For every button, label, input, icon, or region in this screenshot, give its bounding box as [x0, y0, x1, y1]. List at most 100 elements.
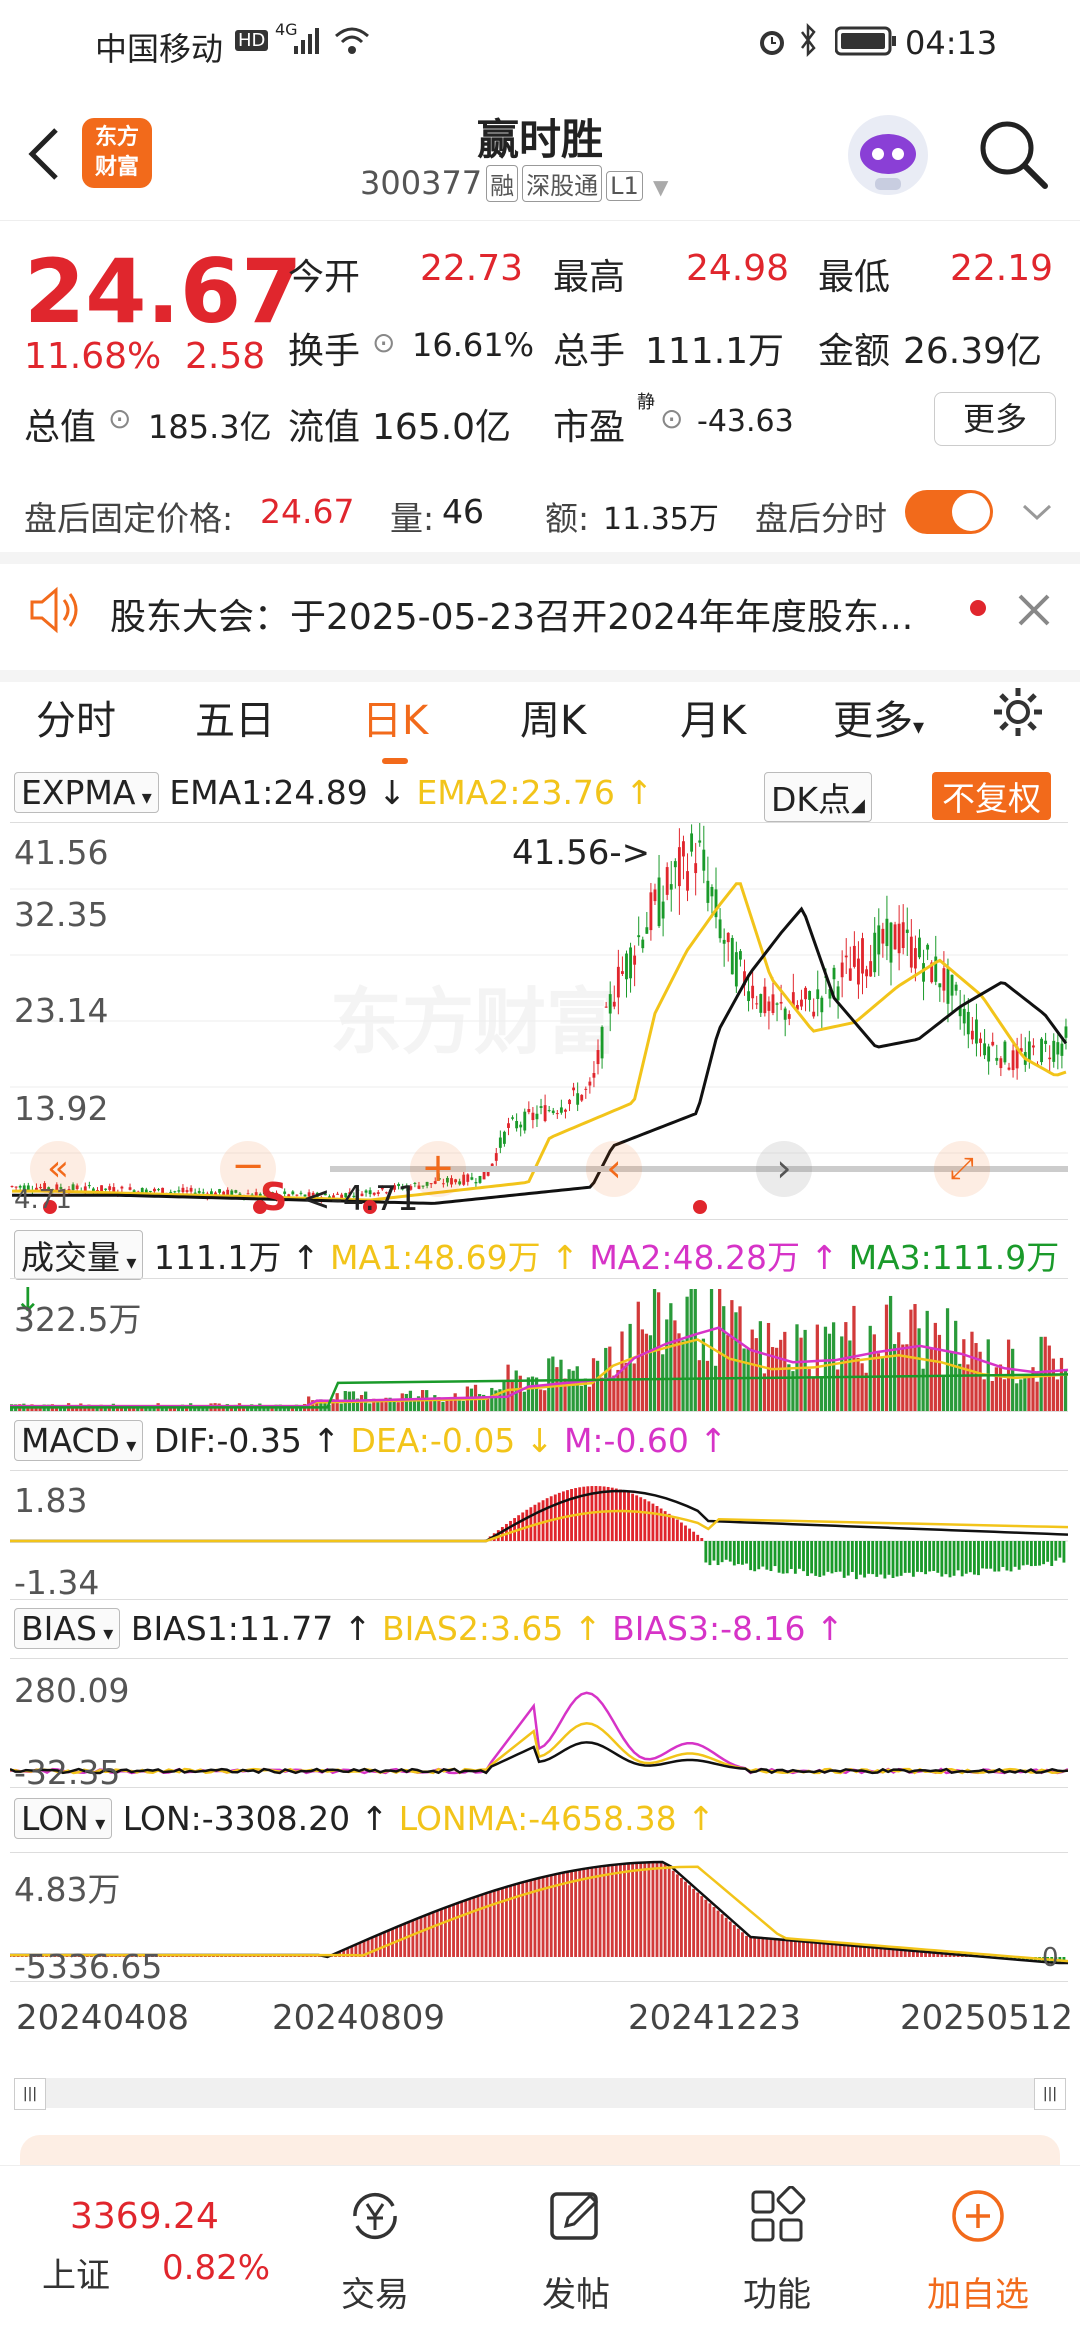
info-icon[interactable]: ⊙ — [372, 326, 395, 359]
candle-body — [995, 1057, 999, 1061]
range-handle-left[interactable]: ||| — [14, 2078, 46, 2110]
bias-panel[interactable]: 280.09 -32.35 — [10, 1658, 1068, 1792]
zoom-out-icon[interactable]: − — [220, 1141, 276, 1197]
candle-body — [1027, 1041, 1031, 1061]
range-handle-right[interactable]: ||| — [1034, 2078, 1066, 2110]
volume-bar — [941, 1377, 946, 1411]
volume-bar — [990, 1380, 994, 1411]
indicator-selector-bias[interactable]: BIAS ▾ — [14, 1608, 121, 1649]
chevron-down-icon[interactable] — [1020, 500, 1054, 524]
indicator-selector-volume[interactable]: 成交量 ▾ — [14, 1230, 144, 1280]
after-hours-toggle[interactable] — [905, 490, 993, 534]
no-adjust-button[interactable]: 不复权 — [932, 772, 1051, 820]
volume-bar — [522, 1391, 526, 1411]
candle-body — [820, 997, 824, 1013]
index-ticker[interactable]: 3369.24 上证 0.82% — [0, 2166, 300, 2341]
open-value: 22.73 — [420, 248, 524, 289]
tab-weekly-k[interactable]: 周K — [520, 688, 586, 746]
volume-bar — [994, 1367, 999, 1411]
candle-body — [564, 1109, 567, 1112]
macd-bottom: -1.34 — [14, 1563, 100, 1602]
scroll-left-icon[interactable]: ‹ — [586, 1141, 642, 1197]
candle-body — [295, 1194, 299, 1196]
tab-intraday[interactable]: 分时 — [36, 688, 116, 746]
scroll-left-fast-icon[interactable]: « — [30, 1141, 86, 1197]
nav-post[interactable]: 发帖 — [511, 2186, 641, 2316]
dk-button[interactable]: DK点◢ — [764, 772, 872, 822]
candle-body — [726, 932, 730, 943]
bias1: BIAS1:11.77 — [130, 1609, 334, 1648]
speaker-icon — [30, 586, 78, 634]
close-icon[interactable] — [1016, 592, 1052, 628]
volume-bar — [624, 1362, 628, 1411]
candle-body — [775, 1003, 779, 1005]
robot-avatar-icon[interactable] — [845, 112, 931, 198]
volume-bar — [669, 1303, 673, 1411]
low-value: 22.19 — [950, 248, 1054, 289]
candle-body — [999, 1058, 1003, 1069]
nav-function[interactable]: 功能 — [712, 2185, 842, 2316]
volume-bar — [148, 1408, 152, 1411]
tab-daily-k[interactable]: 日K — [362, 688, 428, 764]
yen-refresh-icon — [353, 2192, 397, 2240]
tab-five-day[interactable]: 五日 — [195, 688, 275, 746]
volume-bar — [897, 1332, 901, 1411]
kline-panel[interactable]: 东方财富 41.56 32.35 23.14 13.92 4.71 41.56-… — [10, 822, 1068, 1220]
gear-icon[interactable] — [990, 684, 1046, 740]
indicator-selector-macd[interactable]: MACD ▾ — [14, 1420, 144, 1461]
candle-body — [559, 1107, 563, 1113]
candle-body — [185, 1190, 189, 1192]
volume-bar — [718, 1289, 722, 1411]
caret-down-icon[interactable]: ▼ — [653, 175, 668, 199]
volume-bar — [184, 1408, 189, 1411]
zoom-in-icon[interactable]: + — [410, 1141, 466, 1197]
candle-body — [665, 867, 669, 895]
mktcap-value: 185.3亿 — [148, 408, 272, 446]
more-button[interactable]: 更多 — [934, 392, 1056, 446]
volume-bar — [880, 1357, 885, 1411]
date-label: 20240408 — [16, 1998, 190, 2038]
macd-panel[interactable]: 1.83 -1.34 — [10, 1470, 1068, 1602]
signal-icon — [294, 28, 319, 54]
date-axis: 20240408 20240809 20241223 20250512 — [10, 1990, 1073, 2040]
candle-body — [840, 962, 844, 978]
candle-body — [470, 1177, 474, 1180]
search-icon[interactable] — [975, 116, 1051, 192]
candle-body — [83, 1186, 87, 1191]
after-hours-amt: 11.35万 — [603, 502, 719, 537]
indicator-selector-lon[interactable]: LON ▾ — [14, 1798, 113, 1839]
volume-panel[interactable]: 322.5万 — [10, 1278, 1068, 1412]
lon-panel[interactable]: 4.83万 -5336.65 0 — [10, 1852, 1068, 1986]
notice-bar[interactable]: 股东大会：于2025-05-23召开2024年年度股东... — [0, 552, 1080, 682]
volume-bar — [1047, 1345, 1051, 1411]
volume-bar — [539, 1389, 543, 1411]
tab-monthly-k[interactable]: 月K — [680, 688, 746, 746]
stock-code-line: 300377 融深股通 L1 ▼ — [360, 164, 668, 202]
scroll-right-icon[interactable]: › — [756, 1141, 812, 1197]
tag-margin: 融 — [486, 165, 519, 202]
volume-bar — [612, 1375, 616, 1411]
candle-body — [507, 1123, 510, 1128]
candle-body — [604, 1006, 608, 1008]
nav-add-watchlist[interactable]: 加自选 — [913, 2186, 1043, 2316]
range-scroller[interactable]: ||| ||| — [14, 2078, 1066, 2110]
volume-bar — [868, 1325, 872, 1411]
wifi-icon — [335, 27, 369, 54]
volume-bar — [949, 1351, 954, 1411]
volume-bar — [746, 1348, 750, 1411]
volume-bar — [396, 1402, 400, 1411]
lon-header: LON ▾ LON:-3308.20 ↑ LONMA:-4658.38 ↑ — [14, 1798, 1074, 1848]
fullscreen-icon[interactable]: ⤢ — [934, 1141, 990, 1197]
tab-more[interactable]: 更多▾ — [833, 688, 924, 746]
open-label: 今开 — [288, 257, 361, 298]
indicator-selector-expma[interactable]: EXPMA ▾ — [14, 772, 159, 813]
info-icon[interactable]: ⊙ — [660, 402, 683, 435]
candle-body — [523, 1111, 527, 1131]
volume-bar — [543, 1390, 547, 1411]
carrier: 中国移动 — [95, 30, 224, 68]
date-label: 20250512 — [900, 1998, 1074, 2038]
candle-body — [771, 994, 775, 1013]
nav-trade[interactable]: 交易 — [310, 2186, 440, 2316]
info-icon[interactable]: ⊙ — [108, 402, 131, 435]
add-circle-icon — [952, 2190, 1004, 2242]
